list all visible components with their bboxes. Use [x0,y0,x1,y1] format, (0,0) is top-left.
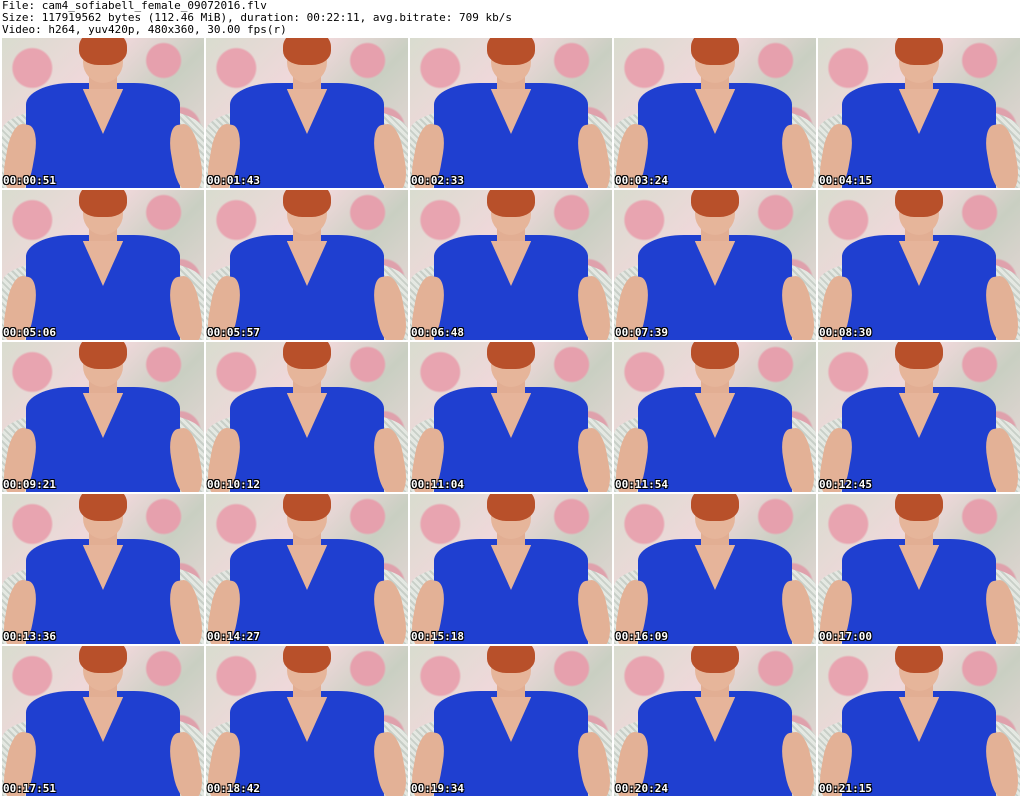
video-thumbnail: 00:17:51 [2,646,204,796]
video-thumbnail: 00:10:12 [206,342,408,492]
video-thumbnail: 00:11:04 [410,342,612,492]
video-thumbnail: 00:02:33 [410,38,612,188]
video-thumbnail: 00:08:30 [818,190,1020,340]
video-thumbnail: 00:13:36 [2,494,204,644]
timestamp-label: 00:17:51 [3,782,56,795]
timestamp-label: 00:05:57 [207,326,260,339]
timestamp-label: 00:21:15 [819,782,872,795]
timestamp-label: 00:10:12 [207,478,260,491]
video-thumbnail: 00:07:39 [614,190,816,340]
timestamp-label: 00:05:06 [3,326,56,339]
video-thumbnail: 00:18:42 [206,646,408,796]
video-thumbnail: 00:21:15 [818,646,1020,796]
timestamp-label: 00:11:54 [615,478,668,491]
timestamp-label: 00:20:24 [615,782,668,795]
video-thumbnail: 00:11:54 [614,342,816,492]
timestamp-label: 00:14:27 [207,630,260,643]
thumbnail-grid: 00:00:51 00:01:43 00:02:33 00:03:24 00:04:15… [2,38,1022,799]
timestamp-label: 00:02:33 [411,174,464,187]
video-thumbnail: 00:06:48 [410,190,612,340]
video-thumbnail: 00:15:18 [410,494,612,644]
video-thumbnail: 00:09:21 [2,342,204,492]
timestamp-label: 00:16:09 [615,630,668,643]
file-info-header: File: cam4_sofiabell_female_09072016.flv… [2,0,512,36]
timestamp-label: 00:19:34 [411,782,464,795]
timestamp-label: 00:01:43 [207,174,260,187]
timestamp-label: 00:17:00 [819,630,872,643]
timestamp-label: 00:07:39 [615,326,668,339]
video-thumbnail: 00:19:34 [410,646,612,796]
video-thumbnail: 00:01:43 [206,38,408,188]
video-thumbnail: 00:20:24 [614,646,816,796]
video-thumbnail: 00:17:00 [818,494,1020,644]
video-thumbnail: 00:16:09 [614,494,816,644]
timestamp-label: 00:06:48 [411,326,464,339]
timestamp-label: 00:12:45 [819,478,872,491]
timestamp-label: 00:03:24 [615,174,668,187]
timestamp-label: 00:15:18 [411,630,464,643]
video-thumbnail: 00:12:45 [818,342,1020,492]
timestamp-label: 00:04:15 [819,174,872,187]
video-thumbnail: 00:04:15 [818,38,1020,188]
timestamp-label: 00:18:42 [207,782,260,795]
timestamp-label: 00:08:30 [819,326,872,339]
timestamp-label: 00:13:36 [3,630,56,643]
video-thumbnail: 00:05:57 [206,190,408,340]
video-thumbnail: 00:03:24 [614,38,816,188]
video-thumbnail: 00:00:51 [2,38,204,188]
video-thumbnail: 00:05:06 [2,190,204,340]
video-thumbnail: 00:14:27 [206,494,408,644]
video-info-line: Video: h264, yuv420p, 480x360, 30.00 fps… [2,23,287,36]
timestamp-label: 00:09:21 [3,478,56,491]
timestamp-label: 00:00:51 [3,174,56,187]
timestamp-label: 00:11:04 [411,478,464,491]
